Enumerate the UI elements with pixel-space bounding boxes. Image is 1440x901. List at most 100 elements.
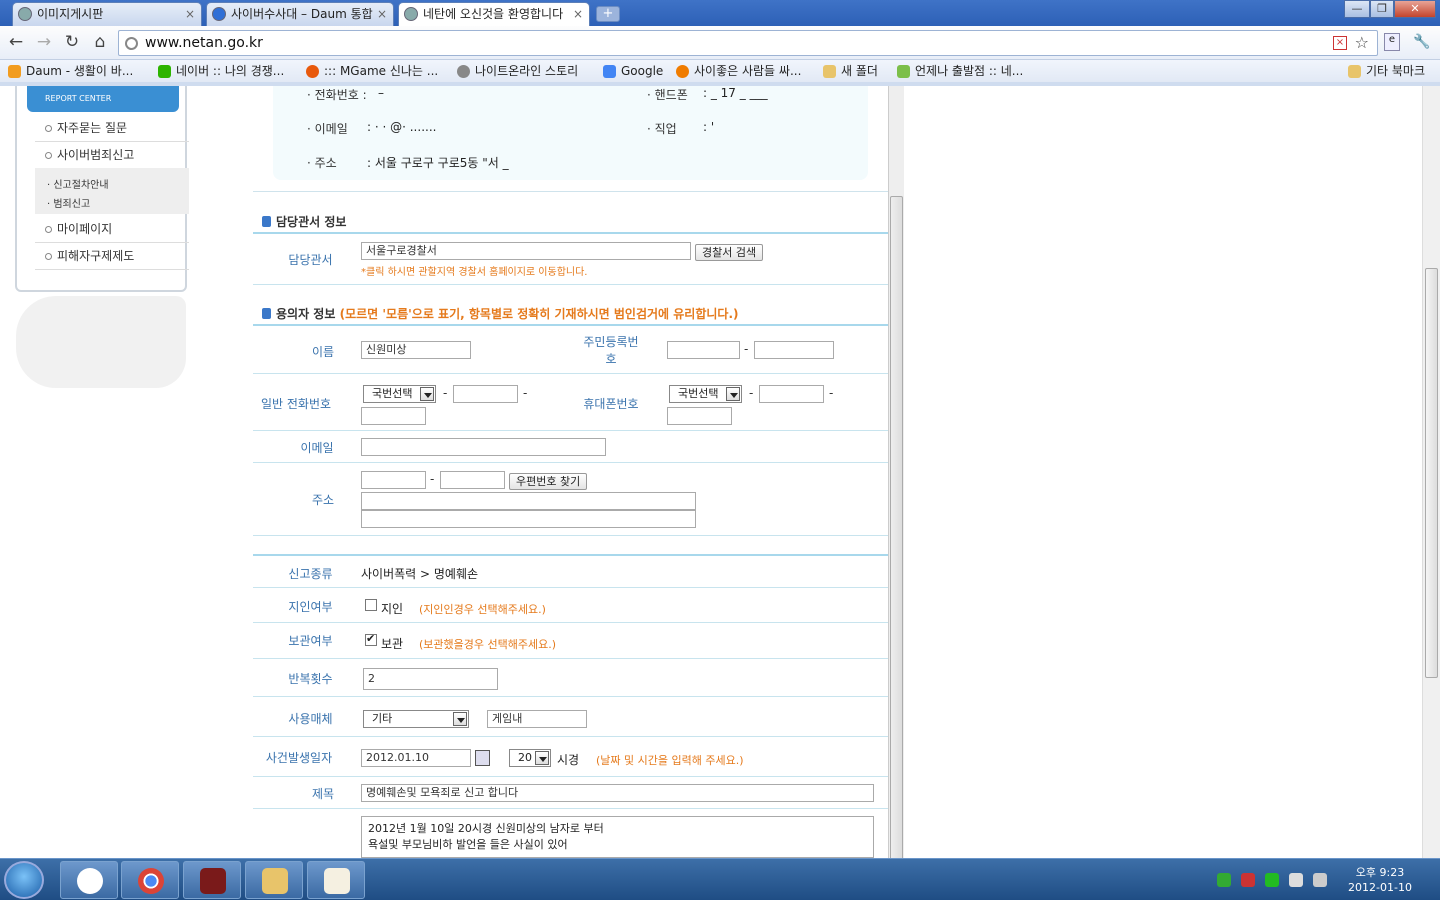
rrn-label-line2: 호 [605,352,617,366]
rrn-label: 주민등록번 호 [571,333,651,367]
phone-middle-input[interactable] [453,385,518,403]
mobile-label: 휴대폰번호 [583,397,639,411]
taskbar-app-paint[interactable] [307,861,365,899]
address-bar[interactable]: www.netan.go.kr × ☆ [118,30,1378,56]
rrn-back-input[interactable] [754,341,834,359]
bookmark-naver[interactable]: 네이버 :: 나의 경쟁... [158,62,284,80]
check-icon[interactable] [1265,873,1279,887]
bookmark-nightonline[interactable]: 나이트온라인 스토리 [457,62,578,80]
scrollbar-thumb[interactable] [890,196,903,858]
suspect-email-input[interactable] [361,438,606,456]
tab-daum-search[interactable]: 사이버수사대 – Daum 통합 × [206,2,394,26]
bookmark-label: Google [621,64,664,78]
mobile-label: · 핸드폰 [647,88,688,102]
sidebar-item-mypage[interactable]: 마이페이지 [35,216,189,243]
keep-checkbox[interactable] [365,632,377,646]
mobile-last-input[interactable] [667,407,732,425]
acquaintance-checkbox[interactable] [365,599,377,611]
suspect-name-input[interactable]: 신원미상 [361,341,471,359]
page-scrollbar[interactable] [1422,86,1440,858]
clock[interactable]: 오후 9:23 2012-01-10 [1340,865,1420,895]
medium-detail-input[interactable]: 게임내 [487,710,587,728]
bookmark-folder[interactable]: 새 폴더 [823,62,878,80]
reporter-info-box: · 전화번호 : – · 핸드폰 : _ 17 _ ___ · 이메일 : · … [273,86,868,180]
calendar-icon[interactable] [475,750,490,766]
address-line1-input[interactable] [361,492,696,510]
zip-search-button[interactable]: 우편번호 찾기 [509,473,588,490]
mobile-middle-input[interactable] [759,385,824,403]
date-input[interactable]: 2012.01.10 [361,749,471,767]
close-window-button[interactable]: ✕ [1394,0,1436,18]
police-search-button[interactable]: 경찰서 검색 [695,244,764,261]
minimize-button[interactable]: — [1344,0,1370,18]
divider [253,587,888,588]
mgame-icon [306,65,319,78]
medium-label: 사용매체 [288,712,333,726]
job-value: : ' [703,120,715,134]
close-tab-icon[interactable]: × [573,3,583,25]
sidebar-item-cybercrime-report[interactable]: 사이버범죄신고 [35,142,189,169]
globe-icon [457,65,470,78]
volume-icon[interactable] [1313,873,1327,887]
wrench-icon[interactable]: 🔧 [1412,32,1432,52]
section-title: 용의자 정보 [276,307,336,321]
zip-front-input[interactable] [361,471,426,489]
back-icon[interactable]: ← [6,32,26,52]
dropdown-arrow-icon [420,387,434,401]
repeat-count-input[interactable]: 2 [363,668,498,690]
blocked-popup-icon[interactable]: × [1333,36,1347,50]
email-value: : · · @· ....... [367,120,437,134]
bookmark-daum[interactable]: Daum - 생활이 바... [8,62,133,80]
divider [253,284,888,285]
scrollbar-thumb[interactable] [1425,268,1438,678]
bookmark-other[interactable]: 기타 북마크 [1348,62,1425,80]
frame-scrollbar[interactable] [888,86,904,858]
sidebar: REPORT CENTER 자주묻는 질문 사이버범죄신고 · 신고절차안내 ·… [15,86,189,292]
close-tab-icon[interactable]: × [377,3,387,25]
security-icon[interactable] [1217,873,1231,887]
tab-netan[interactable]: 네탄에 오신것을 환영합니다 × [398,2,590,27]
submenu-item-procedure[interactable]: · 신고절차안내 [47,176,109,191]
bookmark-mgame[interactable]: ::: MGame 신나는 ... [306,62,438,80]
star-icon[interactable]: ☆ [1355,33,1369,52]
tab-image-board[interactable]: 이미지게시판 × [12,2,202,26]
taskbar-app-messenger[interactable] [60,861,118,899]
tab-label: 이미지게시판 [37,7,104,21]
taskbar-app-game[interactable] [183,861,241,899]
start-button[interactable] [4,861,44,899]
new-tab-button[interactable]: + [596,6,620,22]
rrn-front-input[interactable] [667,341,740,359]
phone-area-select[interactable]: 국번선택 [363,385,436,403]
content-textarea[interactable]: 2012년 1월 10일 20시경 신원미상의 남자로 부터 욕설및 부모님비하… [361,816,874,858]
ie-tab-icon[interactable]: e [1384,33,1400,51]
mobile-value: : _ 17 _ ___ [703,86,768,100]
bookmark-sai[interactable]: 사이좋은 사람들 싸... [676,62,801,80]
medium-select[interactable]: 기타 [363,710,469,728]
phone-last-input[interactable] [361,407,426,425]
bookmark-google[interactable]: Google [603,62,663,80]
network-icon[interactable] [1289,873,1303,887]
restore-button[interactable]: ❐ [1370,0,1394,18]
globe-icon [404,7,418,21]
zip-back-input[interactable] [440,471,505,489]
reload-icon[interactable]: ↻ [62,32,82,52]
home-icon[interactable]: ⌂ [90,32,110,52]
alert-icon[interactable] [1241,873,1255,887]
title-input[interactable]: 명예훼손및 모욕죄로 신고 합니다 [361,784,874,802]
sidebar-item-faq[interactable]: 자주묻는 질문 [35,115,189,142]
police-station-input[interactable]: 서울구로경찰서 [361,242,691,260]
daum-icon [8,65,21,78]
blog-icon [897,65,910,78]
forward-icon[interactable]: → [34,32,54,52]
taskbar-app-explorer[interactable] [245,861,303,899]
tab-label: 사이버수사대 – Daum 통합 [231,7,373,21]
close-tab-icon[interactable]: × [185,3,195,25]
mobile-area-select[interactable]: 국번선택 [669,385,742,403]
dash: - [523,386,528,400]
submenu-item-report[interactable]: · 범죄신고 [47,195,90,210]
bookmark-blog[interactable]: 언제나 출발점 :: 네... [897,62,1023,80]
hour-select[interactable]: 20 [509,749,551,767]
sidebar-item-relief[interactable]: 피해자구제제도 [35,243,189,270]
address-line2-input[interactable] [361,510,696,528]
taskbar-app-chrome[interactable] [121,861,179,899]
